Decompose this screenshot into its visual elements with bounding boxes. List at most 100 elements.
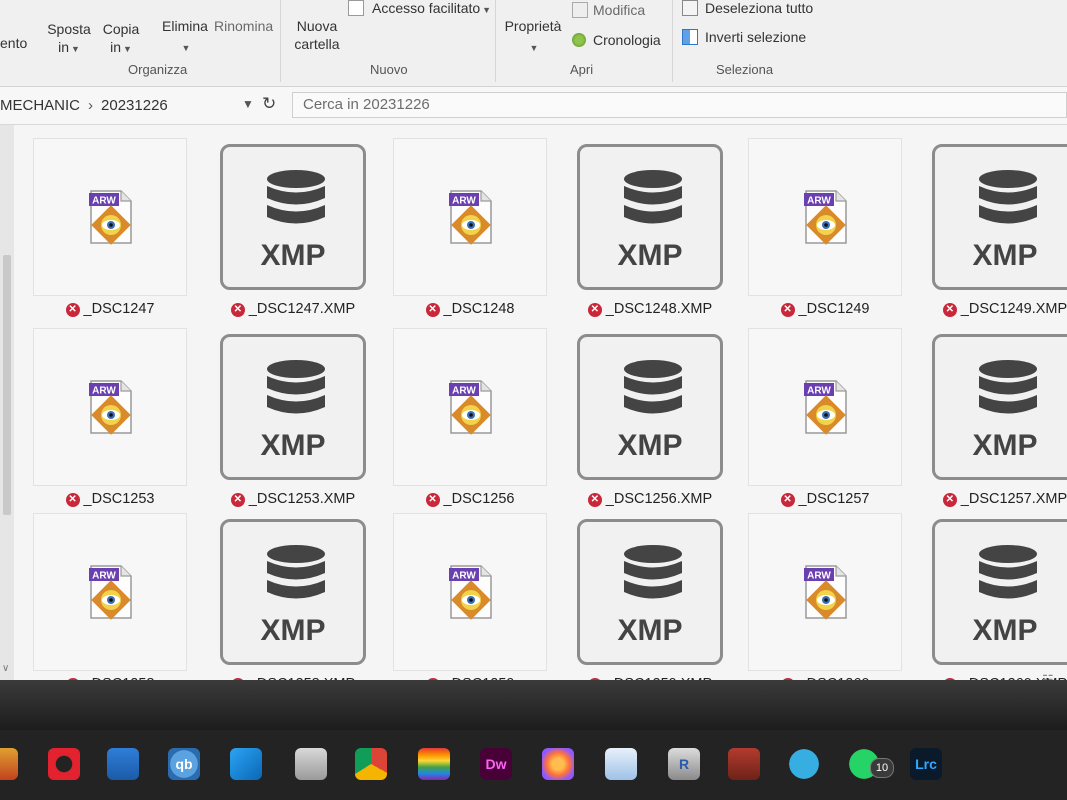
arw-file-thumbnail[interactable]: ARW xyxy=(33,328,187,486)
vertical-scrollbar[interactable]: ∨ xyxy=(0,125,14,680)
firefox-icon[interactable] xyxy=(542,748,574,780)
file-item[interactable]: XMP ✕ _DSC1257.XMP xyxy=(920,328,1067,513)
arw-file-icon: ARW xyxy=(89,190,132,245)
file-item[interactable]: XMP ✕ _DSC1248.XMP xyxy=(565,138,735,323)
arw-file-icon: ARW xyxy=(449,190,492,245)
xmp-file-thumbnail[interactable]: XMP xyxy=(220,519,366,665)
new-folder-label: Nuova xyxy=(296,18,338,34)
file-name[interactable]: ✕ _DSC1257 xyxy=(740,491,910,507)
move-to-button[interactable]: Sposta in ▼ xyxy=(44,20,94,58)
xmp-file-thumbnail[interactable]: XMP xyxy=(932,519,1067,665)
arw-file-thumbnail[interactable]: ARW xyxy=(393,513,547,671)
file-item[interactable]: ARW ✕ _DSC1247 xyxy=(25,138,195,323)
xmp-file-icon-label: XMP xyxy=(260,429,326,462)
file-item[interactable]: ARW ✕_DSC1260 xyxy=(740,513,910,680)
file-name[interactable]: ✕ _DSC1248 xyxy=(385,301,555,317)
copy-to-button[interactable]: Copia in ▼ xyxy=(98,20,144,58)
opera-icon[interactable] xyxy=(48,748,80,780)
ribbon-cut-label[interactable]: ento xyxy=(0,34,27,52)
xmp-file-thumbnail[interactable]: XMP xyxy=(220,334,366,480)
file-name[interactable]: ✕ _DSC1249.XMP xyxy=(920,301,1067,317)
arw-file-thumbnail[interactable]: ARW xyxy=(33,513,187,671)
refresh-icon[interactable]: ↻ xyxy=(262,94,276,114)
rstudio-icon[interactable]: R xyxy=(668,748,700,780)
file-item[interactable]: ARW ✕ _DSC1253 xyxy=(25,328,195,513)
file-item[interactable]: ARW ✕ _DSC1257 xyxy=(740,328,910,513)
telegram-icon[interactable] xyxy=(788,748,820,780)
qbittorrent-icon[interactable]: qb xyxy=(168,748,200,780)
file-item[interactable]: XMP ✕ _DSC1253.XMP xyxy=(208,328,378,513)
file-item[interactable]: XMP ✕_DSC1258.XMP xyxy=(208,513,378,680)
xmp-file-thumbnail[interactable]: XMP xyxy=(577,334,723,480)
breadcrumb-item[interactable]: MECHANIC xyxy=(0,97,80,114)
arw-file-thumbnail[interactable]: ARW xyxy=(748,328,902,486)
guitar-amp-icon[interactable] xyxy=(728,748,760,780)
xmp-file-thumbnail[interactable]: XMP xyxy=(932,144,1067,290)
edit-icon xyxy=(572,2,588,18)
breadcrumb[interactable]: MECHANIC › 20231226 xyxy=(0,97,168,114)
invert-selection-button[interactable]: Inverti selezione xyxy=(705,28,806,46)
file-name[interactable]: ✕ _DSC1248.XMP xyxy=(565,301,735,317)
file-item[interactable]: XMP ✕_DSC1260.XMP xyxy=(920,513,1067,680)
database-icon xyxy=(979,545,1037,599)
file-name[interactable]: ✕ _DSC1253.XMP xyxy=(208,491,378,507)
file-item[interactable]: XMP ✕ _DSC1249.XMP xyxy=(920,138,1067,323)
easy-access-label: Accesso facilitato xyxy=(372,0,481,16)
file-item[interactable]: XMP ✕ _DSC1247.XMP xyxy=(208,138,378,323)
move-to-label: Sposta xyxy=(47,21,91,37)
xmp-file-thumbnail[interactable]: XMP xyxy=(577,144,723,290)
file-name[interactable]: ✕ _DSC1256.XMP xyxy=(565,491,735,507)
image-viewer-icon[interactable] xyxy=(295,748,327,780)
xmp-file-thumbnail[interactable]: XMP xyxy=(932,334,1067,480)
group-label-seleziona: Seleziona xyxy=(716,62,774,77)
notepad-icon[interactable] xyxy=(605,748,637,780)
file-name[interactable]: ✕ _DSC1247.XMP xyxy=(208,301,378,317)
edit-button[interactable]: Modifica xyxy=(593,1,645,19)
scrollbar-thumb[interactable] xyxy=(3,255,11,515)
file-name-text: _DSC1247 xyxy=(83,301,155,317)
sync-error-icon: ✕ xyxy=(230,303,245,317)
xmp-file-thumbnail[interactable]: XMP xyxy=(220,144,366,290)
arw-file-thumbnail[interactable]: ARW xyxy=(748,138,902,296)
file-name[interactable]: ✕ _DSC1253 xyxy=(25,491,195,507)
chevron-down-icon[interactable]: ▼ xyxy=(242,97,254,111)
new-folder-button[interactable]: Nuova cartella xyxy=(290,17,344,53)
arw-file-thumbnail[interactable]: ARW xyxy=(393,328,547,486)
arw-file-icon: ARW xyxy=(89,380,132,435)
breadcrumb-item[interactable]: 20231226 xyxy=(101,97,168,114)
rename-button[interactable]: Rinomina xyxy=(214,17,273,35)
search-input[interactable]: Cerca in 20231226 xyxy=(292,92,1067,118)
file-item[interactable]: ARW ✕_DSC1259 xyxy=(385,513,555,680)
easy-access-button[interactable]: Accesso facilitato ▼ xyxy=(372,0,491,19)
dreamweaver-icon[interactable]: Dw xyxy=(480,748,512,780)
deselect-all-button[interactable]: Deseleziona tutto xyxy=(705,0,813,17)
history-button[interactable]: Cronologia xyxy=(593,31,661,49)
file-name[interactable]: ✕ _DSC1257.XMP xyxy=(920,491,1067,507)
file-item[interactable]: ARW ✕_DSC1258 xyxy=(25,513,195,680)
file-item[interactable]: ARW ✕ _DSC1256 xyxy=(385,328,555,513)
xmp-file-thumbnail[interactable]: XMP xyxy=(577,519,723,665)
arw-file-thumbnail[interactable]: ARW xyxy=(748,513,902,671)
properties-button[interactable]: Proprietà ▼ xyxy=(502,17,564,57)
file-item[interactable]: XMP ✕_DSC1259.XMP xyxy=(565,513,735,680)
mail-icon[interactable] xyxy=(107,748,139,780)
lgbt-app-icon[interactable] xyxy=(418,748,450,780)
scroll-down-icon[interactable]: ∨ xyxy=(2,663,9,674)
copy-to-label-2: in xyxy=(110,39,121,55)
arw-file-thumbnail[interactable]: ARW xyxy=(33,138,187,296)
arw-file-thumbnail[interactable]: ARW xyxy=(393,138,547,296)
file-name[interactable]: ✕ _DSC1249 xyxy=(740,301,910,317)
database-icon xyxy=(267,545,325,599)
file-name[interactable]: ✕ _DSC1256 xyxy=(385,491,555,507)
file-item[interactable]: ARW ✕ _DSC1249 xyxy=(740,138,910,323)
copy-to-label: Copia xyxy=(102,21,140,37)
file-item[interactable]: XMP ✕ _DSC1256.XMP xyxy=(565,328,735,513)
chrome-icon[interactable] xyxy=(355,748,387,780)
file-item[interactable]: ARW ✕ _DSC1248 xyxy=(385,138,555,323)
file-name[interactable]: ✕ _DSC1247 xyxy=(25,301,195,317)
lightroom-icon[interactable]: Lrc xyxy=(910,748,942,780)
delete-button[interactable]: Elimina ▼ xyxy=(158,17,212,57)
partial-app-icon[interactable] xyxy=(0,748,18,780)
svg-text:ARW: ARW xyxy=(452,386,476,397)
vscode-icon[interactable] xyxy=(230,748,262,780)
